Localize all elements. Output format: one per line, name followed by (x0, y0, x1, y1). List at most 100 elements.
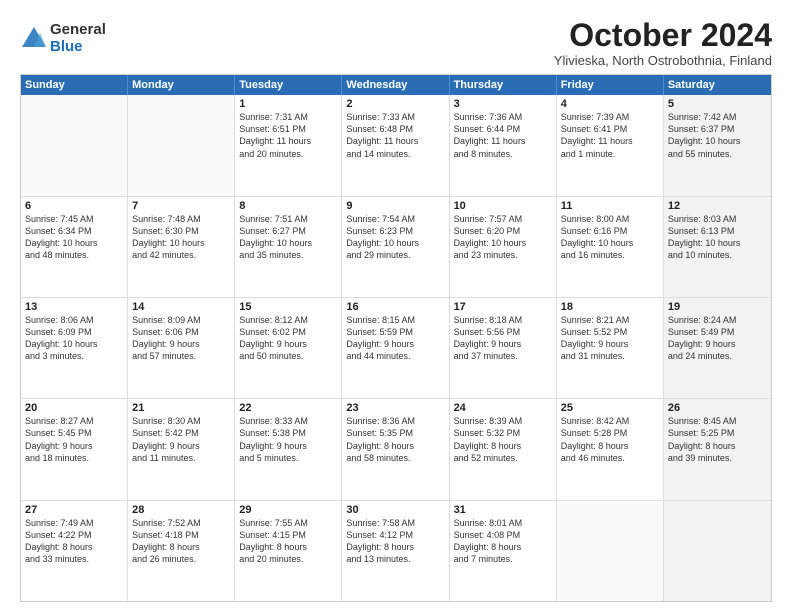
calendar-cell: 24Sunrise: 8:39 AM Sunset: 5:32 PM Dayli… (450, 399, 557, 499)
cell-info: Sunrise: 7:57 AM Sunset: 6:20 PM Dayligh… (454, 213, 552, 262)
day-number: 12 (668, 200, 767, 212)
day-number: 5 (668, 98, 767, 110)
cell-info: Sunrise: 7:52 AM Sunset: 4:18 PM Dayligh… (132, 517, 230, 566)
cell-info: Sunrise: 8:36 AM Sunset: 5:35 PM Dayligh… (346, 415, 444, 464)
cell-info: Sunrise: 7:42 AM Sunset: 6:37 PM Dayligh… (668, 111, 767, 160)
cell-info: Sunrise: 7:45 AM Sunset: 6:34 PM Dayligh… (25, 213, 123, 262)
cell-info: Sunrise: 7:54 AM Sunset: 6:23 PM Dayligh… (346, 213, 444, 262)
header: General Blue October 2024 Ylivieska, Nor… (20, 18, 772, 68)
calendar-cell: 16Sunrise: 8:15 AM Sunset: 5:59 PM Dayli… (342, 298, 449, 398)
page: General Blue October 2024 Ylivieska, Nor… (0, 0, 792, 612)
calendar-row: 20Sunrise: 8:27 AM Sunset: 5:45 PM Dayli… (21, 399, 771, 500)
cell-info: Sunrise: 8:27 AM Sunset: 5:45 PM Dayligh… (25, 415, 123, 464)
calendar-cell: 4Sunrise: 7:39 AM Sunset: 6:41 PM Daylig… (557, 95, 664, 195)
calendar-row: 13Sunrise: 8:06 AM Sunset: 6:09 PM Dayli… (21, 298, 771, 399)
calendar-cell: 11Sunrise: 8:00 AM Sunset: 6:16 PM Dayli… (557, 197, 664, 297)
day-number: 21 (132, 402, 230, 414)
day-number: 14 (132, 301, 230, 313)
header-cell-monday: Monday (128, 75, 235, 95)
day-number: 24 (454, 402, 552, 414)
logo-blue: Blue (50, 39, 106, 56)
cell-info: Sunrise: 7:58 AM Sunset: 4:12 PM Dayligh… (346, 517, 444, 566)
day-number: 22 (239, 402, 337, 414)
cell-info: Sunrise: 8:18 AM Sunset: 5:56 PM Dayligh… (454, 314, 552, 363)
cell-info: Sunrise: 8:24 AM Sunset: 5:49 PM Dayligh… (668, 314, 767, 363)
logo-text: General Blue (50, 22, 106, 55)
calendar-cell: 12Sunrise: 8:03 AM Sunset: 6:13 PM Dayli… (664, 197, 771, 297)
day-number: 29 (239, 504, 337, 516)
day-number: 19 (668, 301, 767, 313)
calendar-cell: 7Sunrise: 7:48 AM Sunset: 6:30 PM Daylig… (128, 197, 235, 297)
cell-info: Sunrise: 8:33 AM Sunset: 5:38 PM Dayligh… (239, 415, 337, 464)
calendar-cell: 8Sunrise: 7:51 AM Sunset: 6:27 PM Daylig… (235, 197, 342, 297)
cell-info: Sunrise: 7:33 AM Sunset: 6:48 PM Dayligh… (346, 111, 444, 160)
cell-info: Sunrise: 8:03 AM Sunset: 6:13 PM Dayligh… (668, 213, 767, 262)
day-number: 28 (132, 504, 230, 516)
logo: General Blue (20, 22, 106, 55)
cell-info: Sunrise: 8:01 AM Sunset: 4:08 PM Dayligh… (454, 517, 552, 566)
calendar-header: SundayMondayTuesdayWednesdayThursdayFrid… (21, 75, 771, 95)
header-cell-wednesday: Wednesday (342, 75, 449, 95)
cell-info: Sunrise: 8:12 AM Sunset: 6:02 PM Dayligh… (239, 314, 337, 363)
cell-info: Sunrise: 7:39 AM Sunset: 6:41 PM Dayligh… (561, 111, 659, 160)
cell-info: Sunrise: 7:49 AM Sunset: 4:22 PM Dayligh… (25, 517, 123, 566)
calendar-cell: 31Sunrise: 8:01 AM Sunset: 4:08 PM Dayli… (450, 501, 557, 601)
calendar-cell: 5Sunrise: 7:42 AM Sunset: 6:37 PM Daylig… (664, 95, 771, 195)
day-number: 10 (454, 200, 552, 212)
day-number: 18 (561, 301, 659, 313)
day-number: 2 (346, 98, 444, 110)
header-cell-saturday: Saturday (664, 75, 771, 95)
calendar-cell: 17Sunrise: 8:18 AM Sunset: 5:56 PM Dayli… (450, 298, 557, 398)
title-block: October 2024 Ylivieska, North Ostrobothn… (554, 18, 772, 68)
month-title: October 2024 (554, 18, 772, 53)
day-number: 20 (25, 402, 123, 414)
header-cell-sunday: Sunday (21, 75, 128, 95)
calendar-cell: 29Sunrise: 7:55 AM Sunset: 4:15 PM Dayli… (235, 501, 342, 601)
logo-general: General (50, 22, 106, 39)
cell-info: Sunrise: 8:00 AM Sunset: 6:16 PM Dayligh… (561, 213, 659, 262)
day-number: 1 (239, 98, 337, 110)
calendar-cell: 15Sunrise: 8:12 AM Sunset: 6:02 PM Dayli… (235, 298, 342, 398)
cell-info: Sunrise: 8:30 AM Sunset: 5:42 PM Dayligh… (132, 415, 230, 464)
calendar-cell: 18Sunrise: 8:21 AM Sunset: 5:52 PM Dayli… (557, 298, 664, 398)
calendar-cell: 10Sunrise: 7:57 AM Sunset: 6:20 PM Dayli… (450, 197, 557, 297)
calendar-body: 1Sunrise: 7:31 AM Sunset: 6:51 PM Daylig… (21, 95, 771, 601)
calendar: SundayMondayTuesdayWednesdayThursdayFrid… (20, 74, 772, 602)
logo-icon (20, 25, 48, 53)
calendar-cell: 26Sunrise: 8:45 AM Sunset: 5:25 PM Dayli… (664, 399, 771, 499)
calendar-cell: 13Sunrise: 8:06 AM Sunset: 6:09 PM Dayli… (21, 298, 128, 398)
calendar-cell: 14Sunrise: 8:09 AM Sunset: 6:06 PM Dayli… (128, 298, 235, 398)
day-number: 17 (454, 301, 552, 313)
day-number: 3 (454, 98, 552, 110)
calendar-cell: 23Sunrise: 8:36 AM Sunset: 5:35 PM Dayli… (342, 399, 449, 499)
header-cell-friday: Friday (557, 75, 664, 95)
day-number: 26 (668, 402, 767, 414)
cell-info: Sunrise: 8:42 AM Sunset: 5:28 PM Dayligh… (561, 415, 659, 464)
day-number: 6 (25, 200, 123, 212)
day-number: 9 (346, 200, 444, 212)
subtitle: Ylivieska, North Ostrobothnia, Finland (554, 53, 772, 68)
day-number: 23 (346, 402, 444, 414)
cell-info: Sunrise: 7:51 AM Sunset: 6:27 PM Dayligh… (239, 213, 337, 262)
calendar-cell: 3Sunrise: 7:36 AM Sunset: 6:44 PM Daylig… (450, 95, 557, 195)
calendar-row: 27Sunrise: 7:49 AM Sunset: 4:22 PM Dayli… (21, 501, 771, 601)
calendar-cell: 21Sunrise: 8:30 AM Sunset: 5:42 PM Dayli… (128, 399, 235, 499)
calendar-cell: 20Sunrise: 8:27 AM Sunset: 5:45 PM Dayli… (21, 399, 128, 499)
day-number: 8 (239, 200, 337, 212)
cell-info: Sunrise: 7:55 AM Sunset: 4:15 PM Dayligh… (239, 517, 337, 566)
day-number: 25 (561, 402, 659, 414)
day-number: 27 (25, 504, 123, 516)
calendar-cell (557, 501, 664, 601)
day-number: 13 (25, 301, 123, 313)
cell-info: Sunrise: 8:45 AM Sunset: 5:25 PM Dayligh… (668, 415, 767, 464)
cell-info: Sunrise: 7:48 AM Sunset: 6:30 PM Dayligh… (132, 213, 230, 262)
calendar-cell: 1Sunrise: 7:31 AM Sunset: 6:51 PM Daylig… (235, 95, 342, 195)
calendar-row: 6Sunrise: 7:45 AM Sunset: 6:34 PM Daylig… (21, 197, 771, 298)
cell-info: Sunrise: 7:31 AM Sunset: 6:51 PM Dayligh… (239, 111, 337, 160)
day-number: 4 (561, 98, 659, 110)
cell-info: Sunrise: 8:09 AM Sunset: 6:06 PM Dayligh… (132, 314, 230, 363)
day-number: 31 (454, 504, 552, 516)
calendar-cell: 28Sunrise: 7:52 AM Sunset: 4:18 PM Dayli… (128, 501, 235, 601)
calendar-cell: 27Sunrise: 7:49 AM Sunset: 4:22 PM Dayli… (21, 501, 128, 601)
calendar-cell: 9Sunrise: 7:54 AM Sunset: 6:23 PM Daylig… (342, 197, 449, 297)
